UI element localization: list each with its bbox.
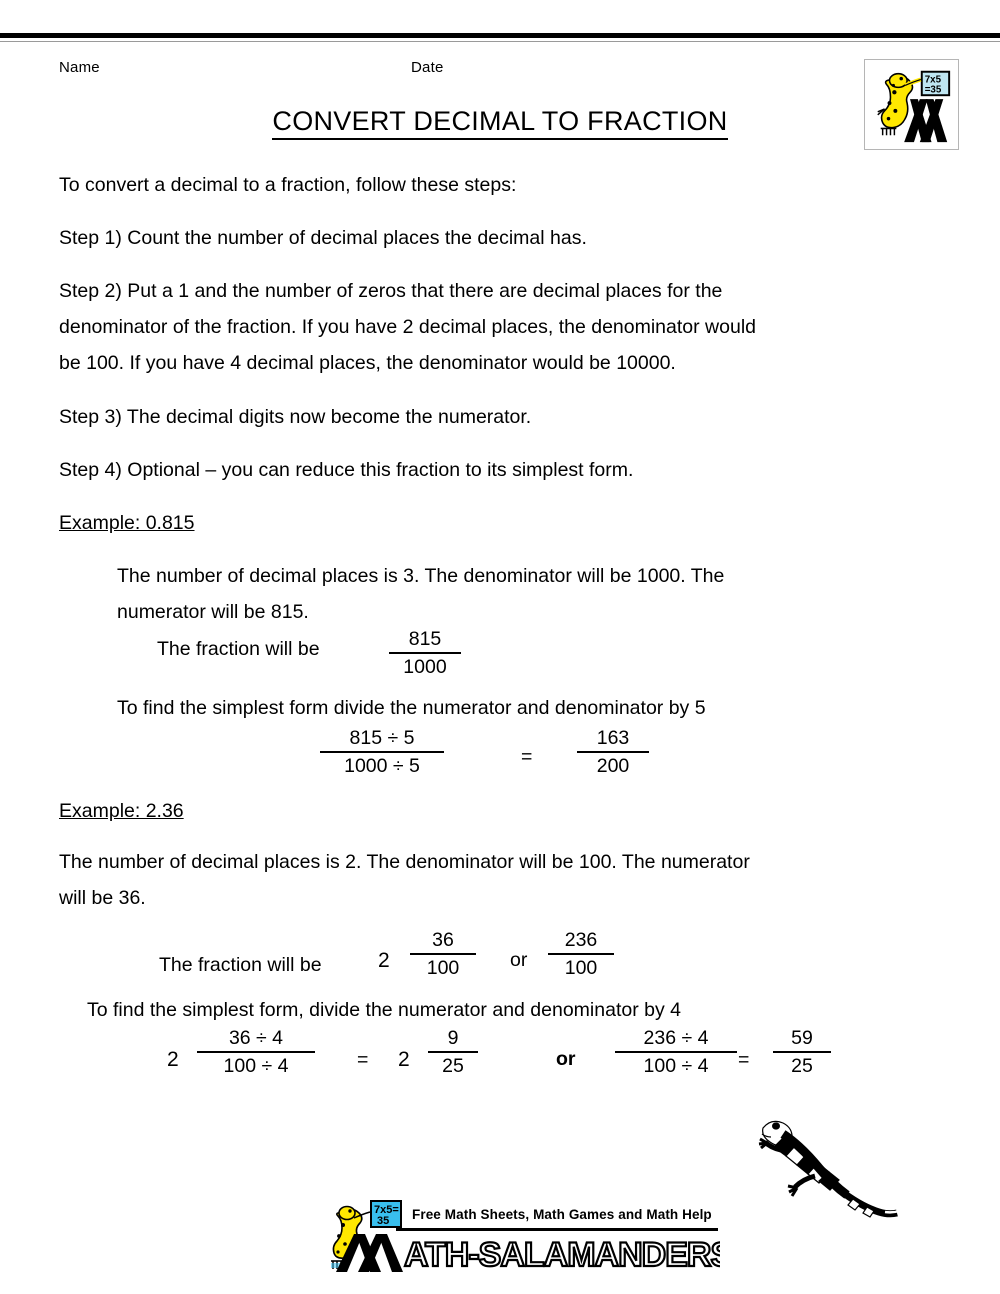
example-2-mixed-whole: 2 bbox=[378, 949, 390, 972]
example-1-equation-right-numerator: 163 bbox=[596, 727, 630, 749]
example-2-fraction-a: 36 100 bbox=[410, 930, 476, 979]
example-2-equation-left-bar bbox=[197, 1051, 315, 1054]
svg-text:35: 35 bbox=[377, 1215, 389, 1227]
example-2-equation-right-numerator: 59 bbox=[791, 1027, 813, 1049]
example-2-equation-left-numerator: 36 ÷ 4 bbox=[228, 1027, 284, 1049]
intro-paragraph: To convert a decimal to a fraction, foll… bbox=[59, 174, 517, 196]
example-2-heading: Example: 2.36 bbox=[59, 800, 184, 822]
example-1-fraction-denominator: 1000 bbox=[403, 656, 447, 679]
example-2-equation-right-left-numerator: 236 ÷ 4 bbox=[643, 1027, 709, 1049]
example-2-equation-left-fraction: 36 ÷ 4 100 ÷ 4 bbox=[197, 1028, 315, 1077]
example-2-equation-mid-denominator: 25 bbox=[442, 1055, 464, 1078]
example-1-fraction-lead: The fraction will be bbox=[157, 638, 320, 660]
example-2-or-label: or bbox=[510, 949, 528, 971]
example-2-equation-mid-numerator: 9 bbox=[447, 1027, 459, 1049]
header-rule-thin bbox=[0, 41, 1000, 42]
example-2-equation-right-left-bar bbox=[615, 1051, 737, 1054]
example-1-fraction-bar bbox=[389, 652, 461, 655]
example-1-fraction-numerator: 815 bbox=[408, 628, 442, 650]
example-2-explanation: The number of decimal places is 2. The d… bbox=[59, 851, 750, 909]
step-4-paragraph: Step 4) Optional – you can reduce this f… bbox=[59, 459, 634, 481]
step-3-paragraph: Step 3) The decimal digits now become th… bbox=[59, 406, 532, 428]
salamander-illustration-icon bbox=[745, 1110, 915, 1218]
example-2-fraction-a-numerator: 36 bbox=[432, 929, 454, 951]
example-1-simplify-text: To find the simplest form divide the num… bbox=[117, 697, 706, 719]
example-1-equation-left-denominator: 1000 ÷ 5 bbox=[344, 755, 420, 778]
example-2-fraction-b-numerator: 236 bbox=[564, 929, 598, 951]
example-1-equation-right-fraction: 163 200 bbox=[577, 728, 649, 777]
example-2-fraction-b-bar bbox=[548, 953, 614, 956]
example-1-fraction: 815 1000 bbox=[389, 629, 461, 678]
example-2-equals-sign-2: = bbox=[738, 1049, 750, 1071]
example-1-equation-right-bar bbox=[577, 751, 649, 754]
svg-text:=35: =35 bbox=[925, 84, 942, 95]
example-2-fraction-a-denominator: 100 bbox=[426, 957, 460, 980]
example-2-equation-left-whole: 2 bbox=[167, 1048, 179, 1071]
example-2-equation-mid-whole: 2 bbox=[398, 1048, 410, 1071]
example-2-equation-mid-bar bbox=[428, 1051, 478, 1054]
example-2-equation-right-left-fraction: 236 ÷ 4 100 ÷ 4 bbox=[615, 1028, 737, 1077]
example-2-equation-right-fraction: 59 25 bbox=[773, 1028, 831, 1077]
example-2-fraction-b: 236 100 bbox=[548, 930, 614, 979]
example-1-equation-left-bar bbox=[320, 751, 444, 754]
footer-tagline: Free Math Sheets, Math Games and Math He… bbox=[412, 1207, 712, 1222]
page-title: CONVERT DECIMAL TO FRACTION bbox=[0, 106, 1000, 140]
example-2-equation-right-bar bbox=[773, 1051, 831, 1054]
example-1-equals-sign: = bbox=[521, 746, 533, 768]
example-2-equation-right-left-denominator: 100 ÷ 4 bbox=[643, 1055, 709, 1078]
header-rule-thick bbox=[0, 33, 1000, 38]
example-2-equation-left-denominator: 100 ÷ 4 bbox=[223, 1055, 289, 1078]
page-title-text: CONVERT DECIMAL TO FRACTION bbox=[272, 106, 728, 140]
date-label: Date bbox=[411, 59, 444, 76]
math-salamanders-wordmark: ATH-SALAMANDERS.COM bbox=[330, 1228, 720, 1274]
example-1-heading: Example: 0.815 bbox=[59, 512, 195, 534]
math-salamanders-header-logo-icon: 7x5 =35 bbox=[864, 59, 959, 150]
example-2-fraction-lead: The fraction will be bbox=[159, 954, 322, 976]
example-2-fraction-b-denominator: 100 bbox=[564, 957, 598, 980]
example-1-equation-right-denominator: 200 bbox=[596, 755, 630, 778]
example-2-equals-sign-1: = bbox=[357, 1049, 369, 1071]
example-2-equation-right-denominator: 25 bbox=[791, 1055, 813, 1078]
example-2-equation-or-label: or bbox=[556, 1048, 576, 1070]
example-1-equation-left-fraction: 815 ÷ 5 1000 ÷ 5 bbox=[320, 728, 444, 777]
step-2-paragraph: Step 2) Put a 1 and the number of zeros … bbox=[59, 280, 756, 374]
example-1-explanation: The number of decimal places is 3. The d… bbox=[117, 565, 725, 623]
name-label: Name bbox=[59, 59, 100, 76]
step-1-paragraph: Step 1) Count the number of decimal plac… bbox=[59, 227, 587, 249]
example-2-equation-mid-fraction: 9 25 bbox=[428, 1028, 478, 1077]
example-2-fraction-a-bar bbox=[410, 953, 476, 956]
example-2-simplify-text: To find the simplest form, divide the nu… bbox=[87, 999, 681, 1021]
svg-text:ATH-SALAMANDERS.COM: ATH-SALAMANDERS.COM bbox=[404, 1236, 720, 1274]
example-1-equation-left-numerator: 815 ÷ 5 bbox=[349, 727, 415, 749]
